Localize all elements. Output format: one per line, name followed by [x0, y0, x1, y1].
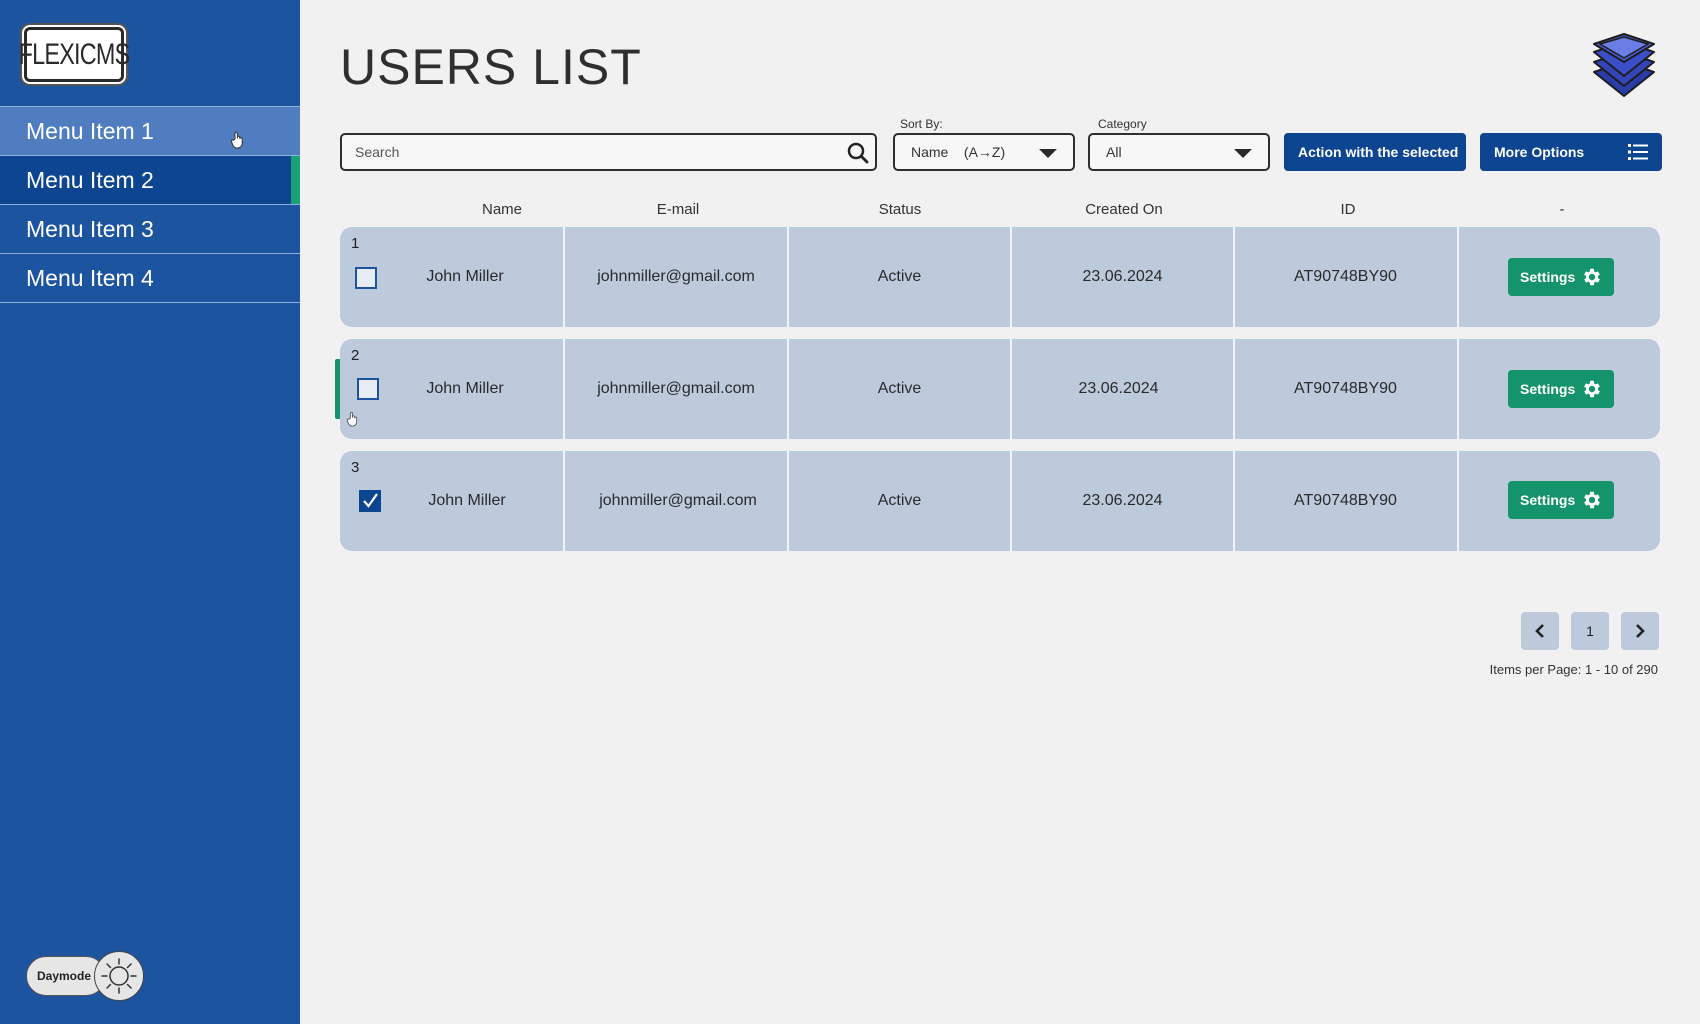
- sidebar-item-menu-item-3[interactable]: Menu Item 3: [0, 205, 300, 254]
- sidebar-menu: Menu Item 1 Menu Item 2 Menu Item 3 Menu…: [0, 106, 300, 303]
- daymode-label: Daymode: [37, 969, 92, 983]
- settings-label: Settings: [1520, 381, 1576, 397]
- sidebar-item-label: Menu Item 1: [26, 117, 154, 144]
- search-input[interactable]: [355, 144, 835, 160]
- sidebar-item-label: Menu Item 3: [26, 215, 154, 242]
- row-email: johnmiller@gmail.com: [597, 380, 755, 397]
- page-number-label: 1: [1586, 623, 1594, 639]
- gear-icon: [1584, 380, 1600, 398]
- column-header-actions: -: [1559, 201, 1565, 218]
- column-header-email[interactable]: E-mail: [588, 201, 768, 218]
- row-name: John Miller: [428, 492, 506, 509]
- logo-text: FLEXICMS: [18, 37, 131, 71]
- list-icon: [1628, 144, 1648, 160]
- row-name: John Miller: [426, 380, 504, 397]
- checkmark-icon: [363, 493, 378, 508]
- stack-layers-icon[interactable]: [1588, 32, 1660, 98]
- sidebar-item-label: Menu Item 2: [26, 166, 154, 193]
- page-title: USERS LIST: [340, 39, 642, 95]
- row-status: Active: [877, 492, 922, 509]
- row-divider: [1457, 339, 1459, 439]
- settings-button[interactable]: Settings: [1508, 370, 1614, 408]
- row-number: 1: [351, 235, 360, 252]
- sort-select[interactable]: Name (A→Z): [893, 133, 1075, 171]
- page-number-button[interactable]: 1: [1571, 612, 1609, 650]
- gear-icon: [1584, 491, 1600, 509]
- column-header-created-on[interactable]: Created On: [1034, 201, 1214, 218]
- row-status: Active: [877, 268, 922, 285]
- row-number: 3: [351, 459, 360, 476]
- action-selected-button[interactable]: Action with the selected: [1284, 133, 1466, 171]
- category-value: All: [1106, 144, 1122, 160]
- row-email: johnmiller@gmail.com: [599, 492, 757, 509]
- row-created-on: 23.06.2024: [1078, 380, 1159, 397]
- chevron-down-icon: [1234, 149, 1252, 158]
- hand-cursor-icon: [346, 411, 358, 427]
- more-options-button[interactable]: More Options: [1480, 133, 1662, 171]
- row-divider: [1457, 451, 1459, 551]
- more-options-label: More Options: [1494, 144, 1585, 160]
- category-label: Category: [1098, 117, 1147, 131]
- column-header-id[interactable]: ID: [1258, 201, 1438, 218]
- chevron-right-icon: [1636, 624, 1645, 638]
- row-created-on: 23.06.2024: [1082, 268, 1163, 285]
- gear-icon: [1584, 268, 1600, 286]
- prev-page-button[interactable]: [1521, 612, 1559, 650]
- action-selected-label: Action with the selected: [1298, 144, 1459, 160]
- settings-label: Settings: [1520, 269, 1576, 285]
- sun-icon: [101, 958, 137, 994]
- column-header-name[interactable]: Name: [412, 201, 592, 218]
- settings-button[interactable]: Settings: [1508, 258, 1614, 296]
- row-email: johnmiller@gmail.com: [597, 268, 755, 285]
- items-per-page-text: Items per Page: 1 - 10 of 290: [1489, 662, 1658, 677]
- sidebar: FLEXICMS Menu Item 1 Menu Item 2 Menu It…: [0, 0, 300, 1024]
- daymode-toggle[interactable]: Daymode: [26, 951, 144, 1001]
- row-id: AT90748BY90: [1294, 268, 1397, 285]
- settings-button[interactable]: Settings: [1508, 481, 1614, 519]
- sidebar-item-menu-item-2[interactable]: Menu Item 2: [0, 156, 300, 205]
- daymode-knob: [94, 951, 144, 1001]
- row-number: 2: [351, 347, 360, 364]
- row-id: AT90748BY90: [1294, 492, 1397, 509]
- row-divider: [563, 451, 565, 551]
- row-name: John Miller: [426, 268, 504, 285]
- table-row[interactable]: 2 John Miller johnmiller@gmail.com Activ…: [340, 339, 1660, 439]
- sidebar-item-menu-item-4[interactable]: Menu Item 4: [0, 254, 300, 303]
- table-row[interactable]: 3 John Miller johnmiller@gmail.com Activ…: [340, 451, 1660, 551]
- row-created-on: 23.06.2024: [1082, 492, 1163, 509]
- row-id: AT90748BY90: [1294, 380, 1397, 397]
- logo[interactable]: FLEXICMS: [19, 27, 130, 82]
- row-divider: [1457, 227, 1459, 327]
- next-page-button[interactable]: [1621, 612, 1659, 650]
- sidebar-item-menu-item-1[interactable]: Menu Item 1: [0, 107, 300, 156]
- search-icon[interactable]: [847, 142, 869, 164]
- row-checkbox[interactable]: [359, 490, 381, 512]
- column-header-status[interactable]: Status: [810, 201, 990, 218]
- settings-label: Settings: [1520, 492, 1576, 508]
- sidebar-item-label: Menu Item 4: [26, 264, 154, 291]
- row-checkbox[interactable]: [355, 267, 377, 289]
- category-select[interactable]: All: [1088, 133, 1270, 171]
- row-status: Active: [877, 380, 922, 397]
- chevron-down-icon: [1039, 149, 1057, 158]
- search-field[interactable]: [340, 133, 877, 171]
- row-checkbox[interactable]: [357, 378, 379, 400]
- sort-label: Sort By:: [900, 117, 943, 131]
- table-row[interactable]: 1 John Miller johnmiller@gmail.com Activ…: [340, 227, 1660, 327]
- chevron-left-icon: [1535, 624, 1544, 638]
- sort-value: Name (A→Z): [911, 144, 1006, 160]
- hand-cursor-icon: [230, 131, 243, 149]
